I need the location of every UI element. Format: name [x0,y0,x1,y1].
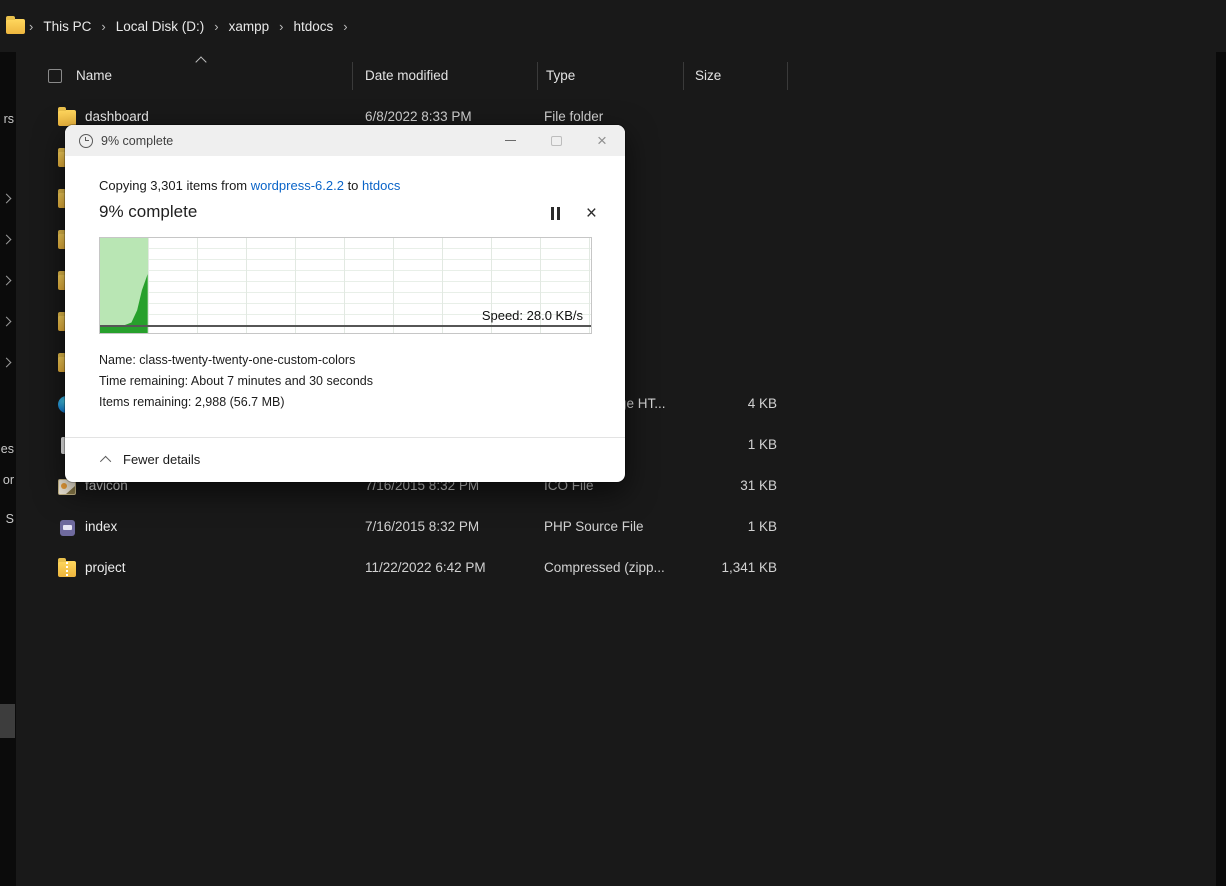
file-date: 11/22/2022 6:42 PM [365,560,486,575]
chevron-up-icon [99,455,112,467]
items-remaining-line: Items remaining: 2,988 (56.7 MB) [99,395,285,409]
folder-icon [58,107,76,126]
breadcrumb-xampp[interactable]: xampp [223,15,276,38]
column-header-type[interactable]: Type [546,68,575,83]
nav-item-fragment[interactable]: S [0,512,14,526]
chevron-right-icon: › [101,18,106,34]
file-size: 1 KB [747,437,777,452]
graph-baseline [100,325,591,327]
column-divider[interactable] [352,62,353,90]
file-name: dashboard [85,109,149,124]
speed-label: Speed: 28.0 KB/s [481,308,583,323]
name-line: Name: class-twenty-twenty-one-custom-col… [99,353,356,367]
nav-item-fragment[interactable]: rs [0,112,14,126]
maximize-icon [550,135,562,146]
sort-ascending-icon [195,56,207,68]
chevron-right-icon[interactable] [1,193,12,204]
progress-heading: 9% complete [99,202,198,221]
column-divider[interactable] [787,62,788,90]
minimize-icon [504,139,516,142]
pause-button[interactable] [550,207,560,220]
minimize-button[interactable] [487,125,533,156]
chevron-right-icon: › [343,18,348,34]
close-icon: × [597,131,607,150]
folder-icon [6,15,25,34]
nav-item-fragment[interactable]: es [0,442,14,456]
zip-folder-icon [58,558,76,577]
close-button[interactable]: × [579,125,625,156]
column-divider[interactable] [537,62,538,90]
column-header-name[interactable]: Name [76,68,112,83]
clock-icon [79,133,93,148]
cancel-copy-button[interactable]: × [586,204,597,223]
column-header-date-modified[interactable]: Date modified [365,68,448,83]
file-size: 4 KB [747,396,777,411]
fewer-details-label: Fewer details [123,452,201,467]
nav-item-fragment[interactable]: or [0,473,14,487]
chevron-right-icon[interactable] [1,275,12,286]
file-name: index [85,519,118,534]
speed-curve [100,274,148,333]
dialog-title: 9% complete [101,133,174,148]
navigation-pane-clipped: rs es or S [0,52,16,886]
time-remaining-line: Time remaining: About 7 minutes and 30 s… [99,374,373,388]
fewer-details-toggle[interactable]: Fewer details [99,452,201,467]
file-type: PHP Source File [544,519,644,534]
file-size: 1,341 KB [721,560,777,575]
destination-folder-link[interactable]: htdocs [362,178,400,193]
chevron-right-icon: › [214,18,219,34]
dialog-divider [65,437,625,438]
file-name: project [85,560,126,575]
chevron-right-icon[interactable] [1,357,12,368]
copy-prefix: Copying 3,301 items from [99,178,251,193]
chevron-right-icon: › [29,18,34,34]
column-header-row: Name Date modified Type Size [16,56,1216,96]
table-row[interactable]: project 11/22/2022 6:42 PM Compressed (z… [0,549,1226,590]
chevron-right-icon[interactable] [1,316,12,327]
progress-fill [100,238,148,333]
php-icon [60,520,75,536]
dialog-body: Copying 3,301 items from wordpress-6.2.2… [65,156,625,482]
source-folder-link[interactable]: wordpress-6.2.2 [251,178,344,193]
breadcrumb-this-pc[interactable]: This PC [37,15,97,38]
file-date: 7/16/2015 8:32 PM [365,519,480,534]
speed-graph: Speed: 28.0 KB/s [99,237,592,334]
column-divider[interactable] [683,62,684,90]
chevron-right-icon: › [279,18,284,34]
file-type: File folder [544,109,604,124]
chevron-right-icon[interactable] [1,234,12,245]
breadcrumb-htdocs[interactable]: htdocs [287,15,339,38]
nav-scrollbar-thumb[interactable] [0,704,15,738]
select-all-checkbox[interactable] [48,69,62,83]
file-date: 6/8/2022 8:33 PM [365,109,472,124]
file-type: Compressed (zipp... [544,560,665,575]
table-row[interactable]: index 7/16/2015 8:32 PM PHP Source File … [0,508,1226,549]
column-header-size[interactable]: Size [695,68,721,83]
copy-middle: to [343,178,363,193]
file-size: 1 KB [747,519,777,534]
file-size: 31 KB [740,478,777,493]
copy-progress-dialog: 9% complete × Copying 3,301 items from w… [65,125,625,482]
breadcrumb-local-disk[interactable]: Local Disk (D:) [110,15,211,38]
breadcrumb: › This PC › Local Disk (D:) › xampp › ht… [0,0,1226,52]
maximize-button[interactable] [533,125,579,156]
copy-description: Copying 3,301 items from wordpress-6.2.2… [99,178,400,193]
dialog-titlebar[interactable]: 9% complete × [65,125,625,156]
